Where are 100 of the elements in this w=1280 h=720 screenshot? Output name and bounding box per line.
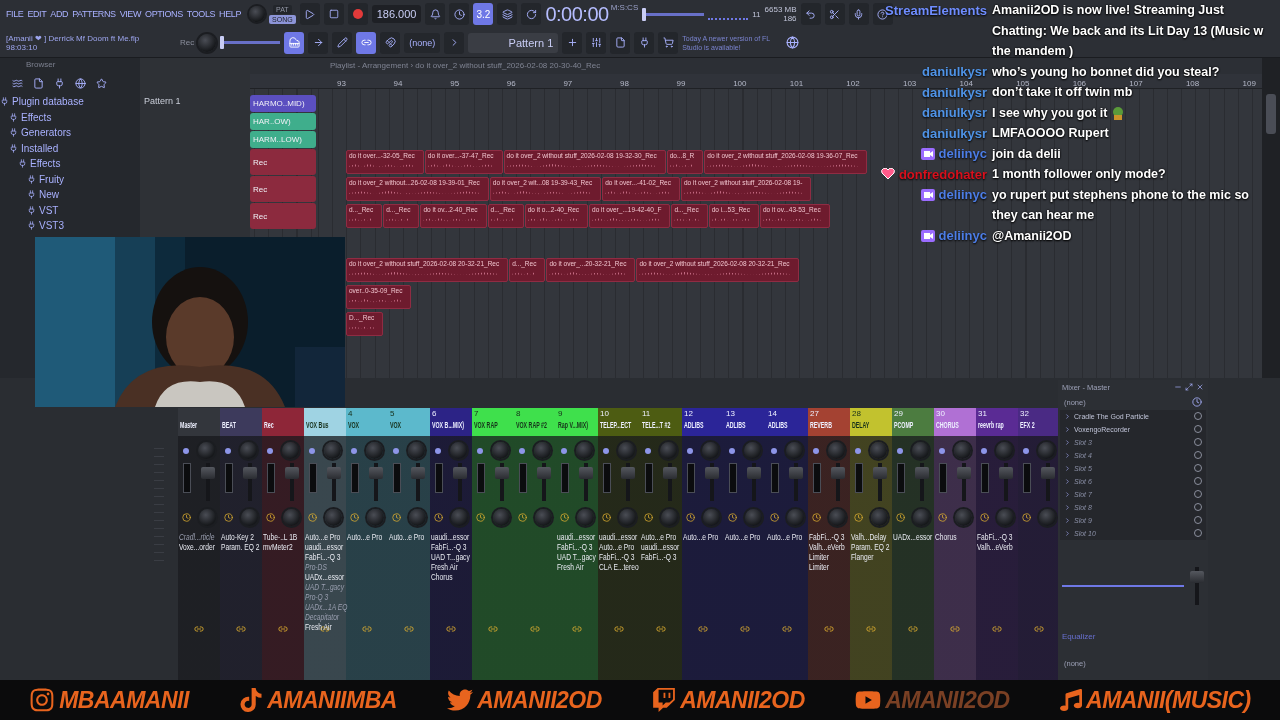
- menu-item[interactable]: ADD: [50, 9, 69, 20]
- mixer-strip[interactable]: 32 EFX 2: [1018, 408, 1060, 680]
- tree-item[interactable]: Fruity: [27, 171, 140, 187]
- tree-item[interactable]: Installed: [9, 140, 140, 156]
- plugin-name[interactable]: FabFi...-Q 3: [641, 552, 677, 562]
- tree-item[interactable]: Effects: [18, 156, 140, 172]
- plugin-name[interactable]: Auto...e Pro: [599, 542, 635, 552]
- tree-item[interactable]: Effects: [9, 109, 140, 125]
- tempo-display[interactable]: 186.000: [371, 5, 422, 24]
- channel-field[interactable]: (none): [404, 32, 441, 53]
- plugin-name[interactable]: uaudi...essor: [431, 532, 470, 542]
- plugin-name[interactable]: Valh...Delay: [851, 532, 887, 542]
- menu-item[interactable]: OPTIONS: [145, 9, 183, 20]
- plugin-name[interactable]: FabFi...-Q 3: [809, 532, 845, 542]
- menu-item[interactable]: FILE: [6, 9, 24, 20]
- plugin-name[interactable]: UAD T...gacy: [431, 552, 470, 562]
- plugin-name[interactable]: Auto-Key 2: [221, 532, 254, 542]
- plugin-name[interactable]: Auto...e Pro: [305, 532, 341, 542]
- plugin-name[interactable]: uaudi...essor: [305, 542, 344, 552]
- track-header[interactable]: HARMO..MID): [250, 95, 316, 112]
- tree-item[interactable]: Generators: [9, 125, 140, 141]
- plugin-name[interactable]: Limiter: [809, 562, 829, 572]
- snap-button[interactable]: 3.2: [473, 3, 494, 26]
- plugin-name[interactable]: Fresh Air: [431, 562, 458, 572]
- mixer-strip[interactable]: 30 CHORUS Chorus: [934, 408, 976, 680]
- track-header[interactable]: Rec: [262, 408, 304, 436]
- plugin-name[interactable]: Limiter: [809, 552, 829, 562]
- mixer-strip[interactable]: Rec Tube-..L 1B mvMeter2: [262, 408, 304, 680]
- track-header[interactable]: Rec: [250, 203, 316, 229]
- track-header[interactable]: Master: [178, 408, 220, 436]
- plugin-name[interactable]: Cradl...rticle: [179, 532, 215, 542]
- plugin-name[interactable]: CLA E...tereo: [599, 562, 639, 572]
- track-header[interactable]: 11 TELE...T #2: [640, 408, 682, 436]
- plugin-name[interactable]: FabFi...-Q 3: [431, 542, 467, 552]
- track-header[interactable]: 29 PCOMP: [892, 408, 934, 436]
- menu-item[interactable]: VIEW: [119, 9, 142, 20]
- plugin-name[interactable]: Auto...e Pro: [683, 532, 719, 542]
- plugin-name[interactable]: Param. EQ 2: [851, 542, 890, 552]
- plugin-name[interactable]: FabFi...-Q 3: [599, 552, 635, 562]
- track-header[interactable]: 14 ADLIBS: [766, 408, 808, 436]
- menu-item[interactable]: TOOLS: [186, 9, 216, 20]
- track-header[interactable]: 8 VOX RAP #2: [514, 408, 556, 436]
- plugin-name[interactable]: UADx...1A EQ: [305, 602, 348, 612]
- track-header[interactable]: 10 TELEP...ECT: [598, 408, 640, 436]
- track-header[interactable]: 31 reevrb rap: [976, 408, 1018, 436]
- track-header[interactable]: 9 Rap V...MIX): [556, 408, 598, 436]
- plugin-name[interactable]: Param. EQ 2: [221, 542, 260, 552]
- plugin-name[interactable]: Chorus: [935, 532, 957, 542]
- plugin-name[interactable]: uaudi...essor: [641, 542, 680, 552]
- plugin-name[interactable]: UAD T...gacy: [305, 582, 344, 592]
- mixer-strip[interactable]: 28 DELAY Valh...Delay Param. EQ 2 Flanger: [850, 408, 892, 680]
- plugin-name[interactable]: Tube-..L 1B: [263, 532, 298, 542]
- plugin-name[interactable]: Voxe...order: [179, 542, 215, 552]
- track-header[interactable]: 28 DELAY: [850, 408, 892, 436]
- mixer-strip[interactable]: 29 PCOMP UADx...essor: [892, 408, 934, 680]
- plugin-name[interactable]: UAD T...gacy: [557, 552, 596, 562]
- plugin-name[interactable]: Pro-DS: [305, 562, 327, 572]
- tree-item[interactable]: VST3: [27, 218, 140, 234]
- menu-item[interactable]: HELP: [219, 9, 242, 20]
- mixer-strip[interactable]: 11 TELE...T #2 Auto...e Pro uaudi...essor FabFi...-Q 3: [640, 408, 682, 680]
- plugin-name[interactable]: Chorus: [431, 572, 453, 582]
- pattern-field[interactable]: Pattern 1: [468, 32, 559, 53]
- mixer-strip[interactable]: BEAT Auto-Key 2 Param. EQ 2: [220, 408, 262, 680]
- plugin-name[interactable]: FabFi...-Q 3: [977, 532, 1013, 542]
- tree-item[interactable]: VST: [27, 202, 140, 218]
- track-header[interactable]: 27 REVERB: [808, 408, 850, 436]
- plugin-name[interactable]: Auto...e Pro: [725, 532, 761, 542]
- plugin-name[interactable]: Fresh Air: [305, 622, 332, 632]
- mixer-strip[interactable]: 7 VOX RAP: [472, 408, 514, 680]
- mixer-strip[interactable]: 8 VOX RAP #2: [514, 408, 556, 680]
- plugin-name[interactable]: Auto...e Pro: [641, 532, 677, 542]
- mixer-strip[interactable]: 12 ADLIBS Auto...e Pro: [682, 408, 724, 680]
- mixer-strip[interactable]: 10 TELEP...ECT uaudi...essor Auto...e Pro FabFi...-Q 3 CLA E...tereo: [598, 408, 640, 680]
- mixer-strip[interactable]: 14 ADLIBS Auto...e Pro: [766, 408, 808, 680]
- mixer-strip[interactable]: 4 VOX Auto...e Pro: [346, 408, 388, 680]
- plugin-name[interactable]: UADx...essor: [305, 572, 345, 582]
- track-header[interactable]: 6 VOX B...MIX): [430, 408, 472, 436]
- plugin-name[interactable]: Valh...eVerb: [809, 542, 845, 552]
- track-header[interactable]: Rec: [250, 149, 316, 175]
- plugin-name[interactable]: Fresh Air: [557, 562, 584, 572]
- track-header[interactable]: 5 VOX: [388, 408, 430, 436]
- plugin-name[interactable]: Auto...e Pro: [767, 532, 803, 542]
- mixer-strip[interactable]: 13 ADLIBS Auto...e Pro: [724, 408, 766, 680]
- plugin-name[interactable]: Decapitator: [305, 612, 340, 622]
- mixer-strip[interactable]: 27 REVERB FabFi...-Q 3 Valh...eVerb Limiter Limiter: [808, 408, 850, 680]
- pattern-item[interactable]: Pattern 1: [140, 96, 250, 106]
- plugin-name[interactable]: mvMeter2: [263, 542, 293, 552]
- plugin-name[interactable]: Valh...eVerb: [977, 542, 1013, 552]
- mixer-strip[interactable]: 9 Rap V...MIX) uaudi...essor FabFi...-Q 3 UAD T...gacy Fresh Air: [556, 408, 598, 680]
- track-header[interactable]: 32 EFX 2: [1018, 408, 1060, 436]
- plugin-name[interactable]: UADx...essor: [893, 532, 933, 542]
- tree-item[interactable]: Plugin database: [0, 94, 140, 110]
- menu-item[interactable]: EDIT: [27, 9, 47, 20]
- track-header[interactable]: 7 VOX RAP: [472, 408, 514, 436]
- plugin-name[interactable]: Pro-Q 3: [305, 592, 329, 602]
- track-header[interactable]: 13 ADLIBS: [724, 408, 766, 436]
- plugin-name[interactable]: FabFi...-Q 3: [305, 552, 341, 562]
- track-header[interactable]: 4 VOX: [346, 408, 388, 436]
- plugin-name[interactable]: uaudi...essor: [557, 532, 596, 542]
- plugin-name[interactable]: FabFi...-Q 3: [557, 542, 593, 552]
